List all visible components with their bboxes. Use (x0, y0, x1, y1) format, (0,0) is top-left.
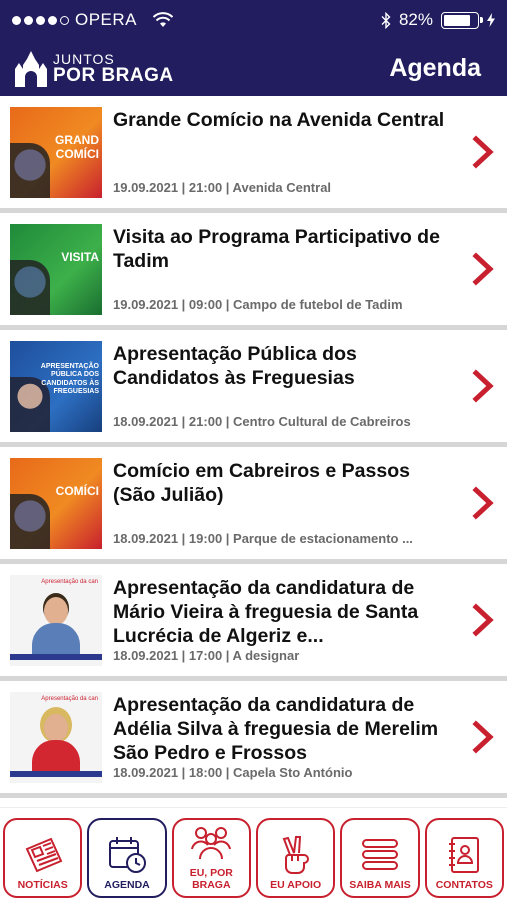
thumbnail-caption: APRESENTAÇÃO PÚBLICA DOS CANDIDATOS ÀS F… (40, 363, 99, 396)
event-thumbnail: VISITA (10, 224, 102, 315)
menu-lines-icon (361, 838, 398, 870)
peace-hand-icon (282, 835, 309, 874)
charging-icon (487, 13, 495, 27)
event-list-item[interactable]: COMÍCI Comício em Cabreiros e Passos (Sã… (0, 447, 507, 564)
event-title: Grande Comício na Avenida Central (113, 109, 445, 131)
tab-agenda[interactable]: AGENDA (87, 818, 167, 898)
chevron-right-icon[interactable] (471, 252, 495, 286)
event-meta: 18.09.2021 | 17:00 | A designar (113, 648, 300, 663)
crowd-photo (10, 260, 50, 315)
crowd-photo (10, 143, 50, 198)
event-title: Apresentação da candidatura de Adélia Si… (113, 694, 439, 764)
chevron-right-icon[interactable] (471, 369, 495, 403)
event-thumbnail: Apresentação da can (10, 575, 102, 666)
event-title: Comício em Cabreiros e Passos (São Juliã… (113, 460, 410, 506)
thumbnail-caption: COMÍCI (55, 484, 99, 498)
event-thumbnail: GRAND COMÍCI (10, 107, 102, 198)
tab-eu-por-braga[interactable]: EU, POR BRAGA (171, 818, 251, 898)
candidate-photo (32, 714, 80, 772)
tab-label: CONTATOS (435, 878, 493, 891)
tab-label: NOTÍCIAS (17, 878, 68, 891)
thumbnail-banner (10, 771, 102, 777)
event-list-item[interactable]: GRAND COMÍCI Grande Comício na Avenida C… (0, 96, 507, 213)
braga-arch-icon (15, 51, 47, 87)
tab-noticias[interactable]: NOTÍCIAS (3, 818, 83, 898)
tab-label: EU, POR BRAGA (189, 866, 233, 891)
logo-top-text: JUNTOS (53, 50, 115, 67)
event-title: Apresentação Pública dos Candidatos às F… (113, 343, 357, 389)
tab-contatos[interactable]: CONTATOS (424, 818, 504, 898)
chevron-right-icon[interactable] (471, 135, 495, 169)
newspaper-icon (25, 837, 62, 873)
event-title: Visita ao Programa Participativo de Tadi… (113, 226, 440, 272)
event-meta: 19.09.2021 | 21:00 | Avenida Central (113, 180, 332, 195)
event-thumbnail: APRESENTAÇÃO PÚBLICA DOS CANDIDATOS ÀS F… (10, 341, 102, 432)
tab-saiba-mais[interactable]: SAIBA MAIS (340, 818, 420, 898)
app-header: JUNTOS POR BRAGA Agenda (0, 40, 507, 96)
tab-label: EU APOIO (270, 878, 322, 891)
chevron-right-icon[interactable] (471, 486, 495, 520)
event-list-item[interactable]: APRESENTAÇÃO PÚBLICA DOS CANDIDATOS ÀS F… (0, 330, 507, 447)
event-thumbnail: Apresentação da can (10, 692, 102, 783)
thumbnail-banner (10, 654, 102, 660)
event-meta: 18.09.2021 | 21:00 | Centro Cultural de … (113, 414, 411, 429)
event-list-item[interactable]: Apresentação da can Apresentação da cand… (0, 564, 507, 681)
people-group-icon (191, 826, 232, 859)
crowd-photo (10, 494, 50, 549)
event-thumbnail: COMÍCI (10, 458, 102, 549)
event-meta: 18.09.2021 | 19:00 | Parque de estaciona… (113, 531, 413, 546)
event-meta: 19.09.2021 | 09:00 | Campo de futebol de… (113, 297, 403, 312)
candidate-photo (32, 597, 80, 655)
battery-percentage: 82% (398, 10, 433, 29)
tab-label: AGENDA (104, 878, 150, 891)
signal-strength-icon (12, 15, 69, 25)
event-list-item[interactable]: VISITA Visita ao Programa Participativo … (0, 213, 507, 330)
tab-label: SAIBA MAIS (349, 878, 411, 891)
battery-icon (441, 11, 483, 29)
event-list: GRAND COMÍCI Grande Comício na Avenida C… (0, 96, 507, 798)
chevron-right-icon[interactable] (471, 603, 495, 637)
status-bar: OPERA 82% (0, 0, 507, 40)
contact-card-icon (449, 836, 480, 873)
chevron-right-icon[interactable] (471, 720, 495, 754)
app-logo[interactable]: JUNTOS POR BRAGA (13, 49, 174, 87)
calendar-clock-icon (108, 836, 146, 873)
page-title: Agenda (389, 53, 481, 82)
event-title: Apresentação da candidatura de Mário Vie… (113, 577, 419, 647)
wifi-icon (153, 12, 174, 27)
event-list-item[interactable]: Apresentação da can Apresentação da cand… (0, 681, 507, 798)
thumbnail-caption: VISITA (61, 250, 99, 264)
logo-bottom-text: POR BRAGA (53, 64, 174, 86)
thumbnail-caption: Apresentação da can (41, 579, 98, 585)
thumbnail-caption: Apresentação da can (41, 696, 98, 702)
tab-eu-apoio[interactable]: EU APOIO (255, 818, 336, 898)
carrier-name: OPERA (75, 10, 138, 29)
bluetooth-icon (381, 11, 391, 29)
event-meta: 18.09.2021 | 18:00 | Capela Sto António (113, 765, 353, 780)
bottom-tab-bar: NOTÍCIAS AGENDA EU, POR BRAGA EU APOIO S… (0, 807, 507, 900)
thumbnail-caption: GRAND COMÍCI (55, 133, 99, 162)
